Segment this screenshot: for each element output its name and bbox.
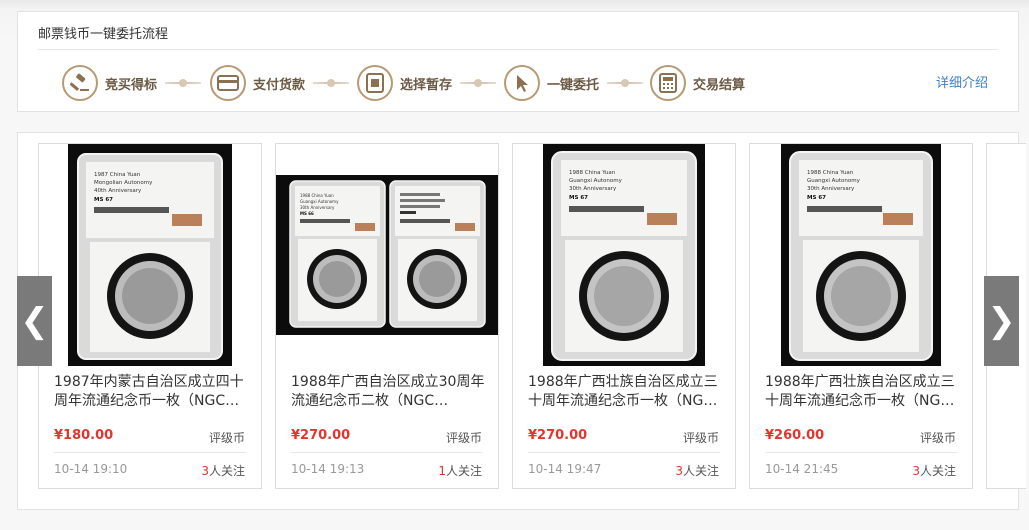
product-followers: 3人关注: [201, 464, 245, 478]
cursor-icon: [504, 65, 540, 101]
product-price: ¥270.00: [528, 428, 588, 443]
flow-step-label: 选择暂存: [400, 77, 453, 93]
slab-label-line: 30th Anniversary: [569, 186, 617, 192]
slab-label-line: 40th Anniversary: [94, 188, 142, 194]
detail-link[interactable]: 详细介绍: [936, 72, 988, 91]
product-image[interactable]: 1988 China Yuan Guangxi Autonomy 30th An…: [276, 144, 498, 366]
gavel-icon: [62, 65, 98, 101]
card-icon: [210, 65, 246, 101]
product-time: 10-14 21:45: [765, 462, 839, 476]
product-followers: 1人关注: [438, 464, 482, 478]
product-image[interactable]: 1988 China Yuan Guangxi Autonomy 30th An…: [750, 144, 972, 366]
product-card[interactable]: 1988 China Yuan Guangxi Autonomy 30th An…: [512, 143, 736, 489]
product-time: 10-14 19:10: [54, 462, 128, 476]
product-image[interactable]: 1988 China Yuan Guangxi Autonomy 30th An…: [513, 144, 735, 366]
flow-connector: [607, 82, 643, 84]
slab-label-line: 30th Anniversary: [300, 205, 335, 210]
product-title[interactable]: 1987年内蒙古自治区成立四十周年流通纪念币一枚（NGC…: [54, 373, 250, 411]
flow-step-label: 竞买得标: [105, 77, 158, 93]
slab-label-line: Mongolian Autonomy: [94, 180, 153, 186]
product-title[interactable]: 1988年广西自治区成立30周年流通纪念币二枚（NGC…: [291, 373, 487, 411]
flow-step-label: 交易结算: [693, 77, 746, 93]
slab-label-line: 1988 China Yuan: [569, 170, 616, 176]
flow-step-consign: 一键委托: [504, 65, 599, 101]
slab-label-line: Guangxi Autonomy: [300, 199, 339, 204]
storage-icon: [357, 65, 393, 101]
product-price: ¥260.00: [765, 428, 825, 443]
product-time: 10-14 19:13: [291, 462, 365, 476]
product-title[interactable]: 1988年广西壮族自治区成立三十周年流通纪念币一枚（NG…: [765, 373, 961, 411]
flow-step-label: 支付货款: [253, 77, 306, 93]
product-title[interactable]: 1988年广西壮族自治区成立三十周年流通纪念币一枚（NG…: [528, 373, 724, 411]
flow-connector: [165, 82, 201, 84]
product-followers: 3人关注: [912, 464, 956, 478]
product-category: 评级币: [919, 431, 956, 445]
product-price: ¥270.00: [291, 428, 351, 443]
slab-label-line: MS 67: [94, 197, 113, 203]
slab-label-line: 30th Anniversary: [807, 186, 855, 192]
slab-label-line: 1987 China Yuan: [94, 172, 141, 178]
flow-step-settle: 交易结算: [650, 65, 745, 101]
carousel-prev-button[interactable]: ❮: [17, 276, 52, 366]
product-followers: 3人关注: [675, 464, 719, 478]
product-card[interactable]: 1988 China Yuan Guangxi Autonomy 30th An…: [749, 143, 973, 489]
slab-label-line: 1988 China Yuan: [807, 170, 854, 176]
slab-label-line: MS 67: [807, 195, 826, 201]
product-image[interactable]: 1987 China Yuan Mongolian Autonomy 40th …: [39, 144, 261, 366]
flow-step-bid: 竞买得标: [62, 65, 157, 101]
product-category: 评级币: [445, 431, 482, 445]
carousel-next-button[interactable]: ❯: [984, 276, 1019, 366]
divider: [291, 452, 483, 453]
consignment-flow-panel: 邮票钱币一键委托流程 竞买得标 支付货款 选择暂存 一键委托 交易结算 详细介绍: [17, 11, 1019, 112]
slab-label-line: MS 66: [300, 211, 314, 216]
product-price: ¥180.00: [54, 428, 114, 443]
slab-label-line: MS 67: [569, 195, 588, 201]
product-time: 10-14 19:47: [528, 462, 602, 476]
flow-step-storage: 选择暂存: [357, 65, 452, 101]
flow-step-pay: 支付货款: [210, 65, 305, 101]
product-card[interactable]: 1988 China Yuan Guangxi Autonomy 30th An…: [275, 143, 499, 489]
calculator-icon: [650, 65, 686, 101]
flow-connector: [313, 82, 349, 84]
slab-label-line: Guangxi Autonomy: [569, 178, 623, 184]
product-category: 评级币: [682, 431, 719, 445]
slab-label-line: Guangxi Autonomy: [807, 178, 861, 184]
slab-label-line: 1988 China Yuan: [300, 193, 334, 198]
flow-step-label: 一键委托: [547, 77, 600, 93]
flow-connector: [460, 82, 496, 84]
product-category: 评级币: [208, 431, 245, 445]
divider: [528, 452, 720, 453]
product-card[interactable]: 1987 China Yuan Mongolian Autonomy 40th …: [38, 143, 262, 489]
divider: [765, 452, 957, 453]
flow-title: 邮票钱币一键委托流程: [38, 27, 169, 42]
divider: [54, 452, 246, 453]
divider: [38, 49, 998, 50]
